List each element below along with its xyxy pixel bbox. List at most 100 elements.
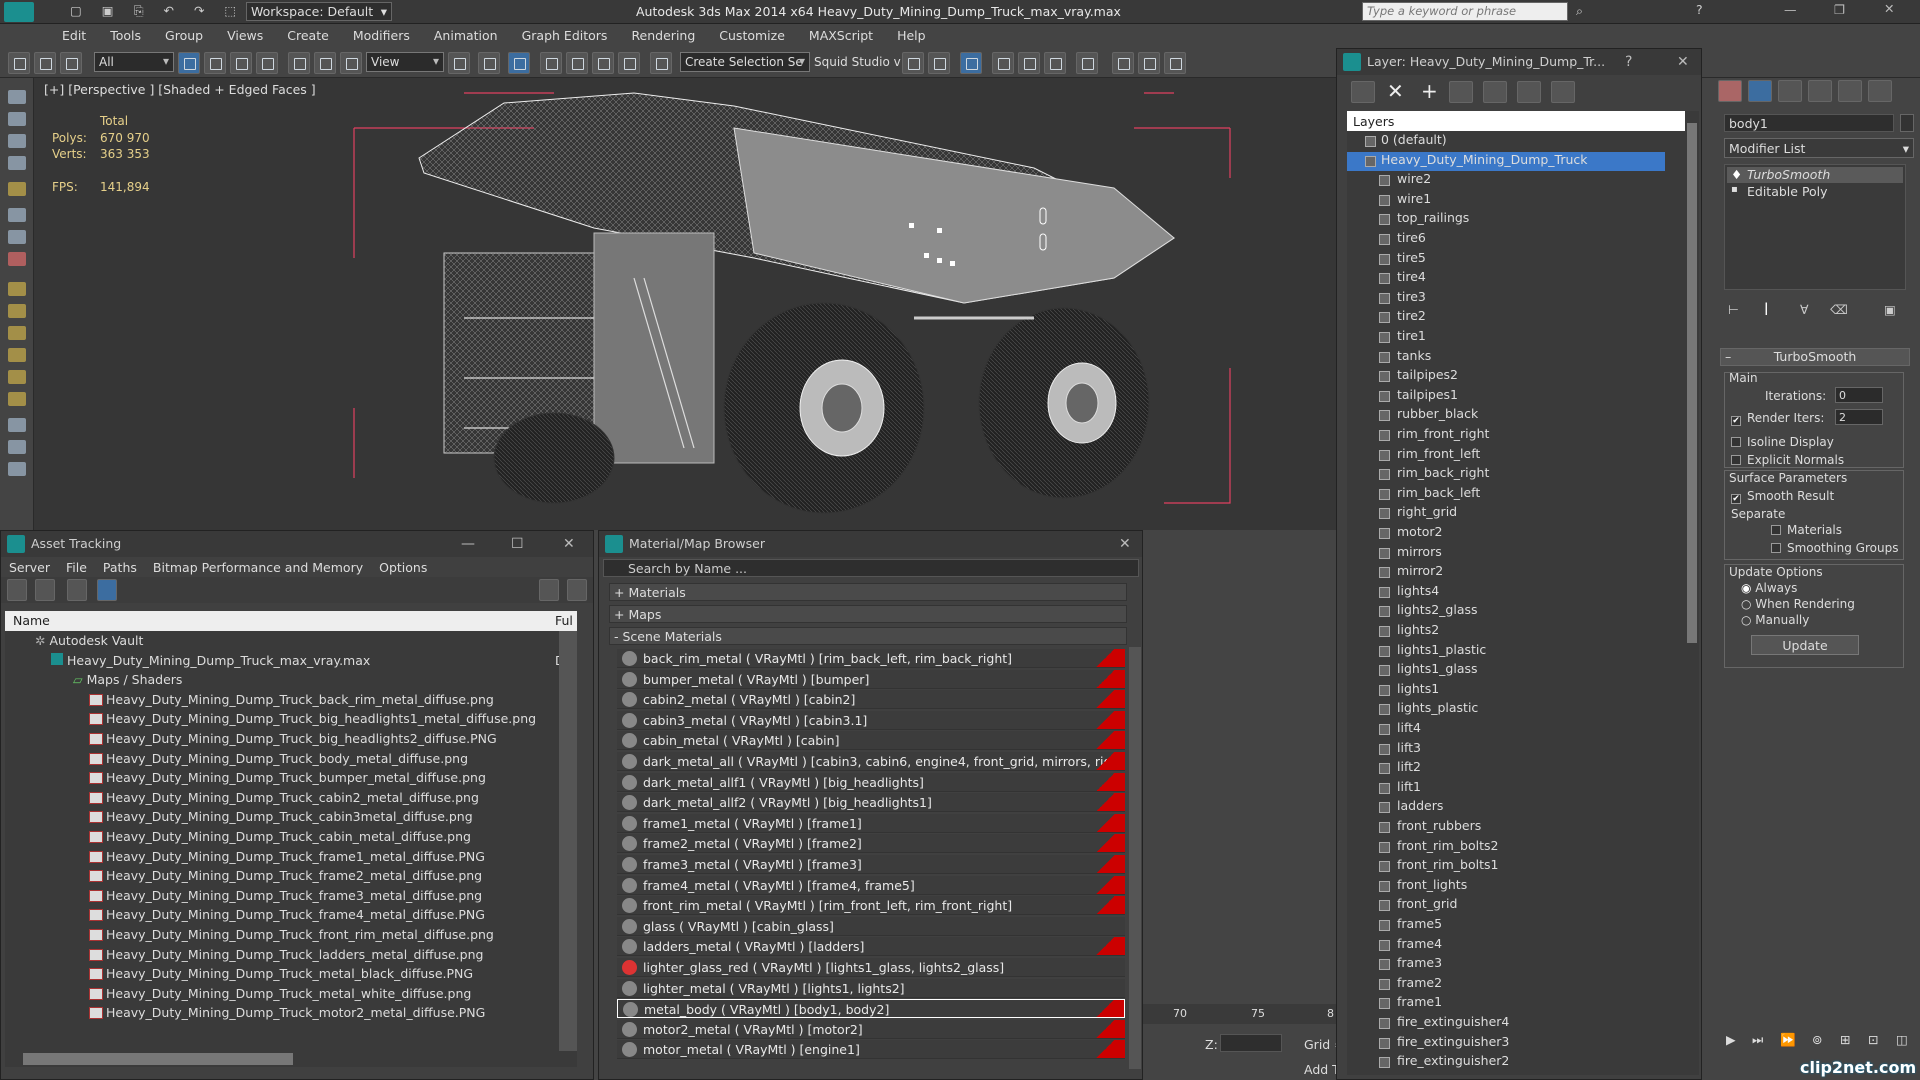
tool-14-icon[interactable] <box>8 392 26 406</box>
bulb-icon[interactable]: ♦ <box>1731 167 1742 182</box>
explicit-normals-row[interactable]: Explicit Normals <box>1731 453 1844 467</box>
asset-map-row[interactable]: Heavy_Duty_Mining_Dump_Truck_frame4_meta… <box>5 907 577 927</box>
highlight-layer-icon[interactable] <box>1483 81 1507 103</box>
layer-object-row[interactable]: lift4 <box>1347 720 1667 740</box>
scene-material-row[interactable]: cabin2_metal ( VRayMtl ) [cabin2] <box>617 690 1125 710</box>
tool-8-icon[interactable] <box>8 252 26 266</box>
asset-map-row[interactable]: Heavy_Duty_Mining_Dump_Truck_bumper_meta… <box>5 770 577 790</box>
scene-material-row[interactable]: back_rim_metal ( VRayMtl ) [rim_back_lef… <box>617 649 1125 668</box>
asset-vscrollbar[interactable] <box>559 631 577 1051</box>
select-object-icon[interactable] <box>178 52 200 74</box>
layer-object-row[interactable]: ladders <box>1347 798 1667 818</box>
search-box[interactable]: Type a keyword or phrase <box>1362 2 1568 21</box>
scene-material-row[interactable]: glass ( VRayMtl ) [cabin_glass] <box>617 916 1125 936</box>
menu-customize[interactable]: Customize <box>707 25 797 46</box>
scene-material-row[interactable]: dark_metal_allf1 ( VRayMtl ) [big_headli… <box>617 772 1125 792</box>
layer-object-row[interactable]: lights1_plastic <box>1347 642 1667 662</box>
asset-map-row[interactable]: Heavy_Duty_Mining_Dump_Truck_frame3_meta… <box>5 888 577 908</box>
rollout-header[interactable]: TurboSmooth – <box>1720 348 1910 366</box>
layer-object-row[interactable]: frame3 <box>1347 955 1667 975</box>
table-view-icon[interactable] <box>97 579 117 601</box>
asset-menu-file[interactable]: File <box>58 557 95 578</box>
modify-tab-icon[interactable] <box>1748 80 1772 102</box>
layer-object-row[interactable]: tire2 <box>1347 308 1667 328</box>
scene-material-row[interactable]: lighter_metal ( VRayMtl ) [lights1, ligh… <box>617 978 1125 998</box>
z-coordinate-field[interactable] <box>1220 1034 1282 1052</box>
asset-map-row[interactable]: Heavy_Duty_Mining_Dump_Truck_metal_white… <box>5 986 577 1006</box>
scene-material-row[interactable]: frame4_metal ( VRayMtl ) [frame4, frame5… <box>617 875 1125 895</box>
asset-menu-server[interactable]: Server <box>1 557 58 578</box>
render-iters-row[interactable]: ✔ Render Iters: <box>1731 411 1824 426</box>
vault-row[interactable]: ✲ Autodesk Vault <box>5 633 577 653</box>
maps-group[interactable]: + Maps <box>609 605 1127 623</box>
unlink-icon[interactable] <box>34 52 56 74</box>
layer-object-row[interactable]: mirrors <box>1347 544 1667 564</box>
asset-map-row[interactable]: Heavy_Duty_Mining_Dump_Truck_frame2_meta… <box>5 868 577 888</box>
when-rendering-radio-icon[interactable]: ○ <box>1741 597 1755 611</box>
close-icon[interactable]: ✕ <box>563 536 575 552</box>
smooth-result-row[interactable]: ✔ Smooth Result <box>1731 489 1834 504</box>
restore-icon[interactable]: ❐ <box>1834 2 1845 17</box>
layer-object-row[interactable]: lift3 <box>1347 740 1667 760</box>
schematic-view-icon[interactable] <box>1044 52 1066 74</box>
manually-radio-row[interactable]: ○ Manually <box>1741 613 1809 627</box>
layer-object-row[interactable]: tire4 <box>1347 269 1667 289</box>
scene-material-row[interactable]: cabin_metal ( VRayMtl ) [cabin] <box>617 731 1125 751</box>
asset-map-row[interactable]: Heavy_Duty_Mining_Dump_Truck_cabin3metal… <box>5 809 577 829</box>
perspective-viewport[interactable] <box>34 78 1336 530</box>
tool-9-icon[interactable] <box>8 282 26 296</box>
close-icon[interactable]: ✕ <box>1119 536 1131 552</box>
layer-object-row[interactable]: rim_back_right <box>1347 465 1667 485</box>
select-by-name-icon[interactable] <box>204 52 226 74</box>
tool-15-icon[interactable] <box>8 418 26 432</box>
help-icon[interactable]: ? <box>1625 54 1632 70</box>
graphite-ribbon-icon[interactable] <box>992 52 1014 74</box>
add-to-layer-icon[interactable]: + <box>1421 79 1438 103</box>
scene-material-row[interactable]: lighter_glass_red ( VRayMtl ) [lights1_g… <box>617 958 1125 977</box>
modifier-list-dropdown[interactable]: Modifier List ▾ <box>1724 138 1914 158</box>
rendered-frame-icon[interactable] <box>1138 52 1160 74</box>
material-vscrollbar[interactable] <box>1129 647 1141 1069</box>
layer-object-row[interactable]: tire6 <box>1347 230 1667 250</box>
layer-object-row[interactable]: rim_front_left <box>1347 446 1667 466</box>
viewport-label[interactable]: [+] [Perspective ] [Shaded + Edged Faces… <box>44 82 316 97</box>
next-frame-icon[interactable]: ⏭ <box>1752 1032 1771 1048</box>
isoline-checkbox[interactable] <box>1731 437 1741 447</box>
scene-material-row[interactable]: motor2_metal ( VRayMtl ) [motor2] <box>617 1019 1125 1039</box>
stack-item-editable-poly[interactable]: ▪ Editable Poly <box>1727 184 1903 200</box>
thumbnail-view-icon[interactable] <box>67 579 87 601</box>
minimize-icon[interactable]: — <box>461 536 475 552</box>
layer-object-row[interactable]: fire_extinguisher3 <box>1347 1034 1667 1054</box>
layer-window-titlebar[interactable]: Layer: Heavy_Duty_Mining_Dump_Tr... ? ✕ <box>1337 49 1701 75</box>
pivot-icon[interactable] <box>448 52 470 74</box>
scene-material-row[interactable]: front_rim_metal ( VRayMtl ) [rim_front_l… <box>617 896 1125 916</box>
selection-filter-dropdown[interactable]: All <box>94 52 174 72</box>
delete-layer-icon[interactable]: ✕ <box>1387 79 1404 103</box>
motion-tab-icon[interactable] <box>1808 80 1832 102</box>
explicit-normals-checkbox[interactable] <box>1731 455 1741 465</box>
keyboard-shortcut-icon[interactable] <box>508 52 530 74</box>
menu-help[interactable]: Help <box>885 25 938 46</box>
layer-object-row[interactable]: lights1_glass <box>1347 661 1667 681</box>
reference-coordinate-dropdown[interactable]: View <box>366 52 444 72</box>
rotate-icon[interactable] <box>314 52 336 74</box>
menu-rendering[interactable]: Rendering <box>619 25 707 46</box>
app-logo-icon[interactable] <box>4 2 34 22</box>
materials-group[interactable]: + Materials <box>609 583 1127 601</box>
create-tab-icon[interactable] <box>1718 80 1742 102</box>
snaps-toggle-icon[interactable] <box>540 52 562 74</box>
make-unique-icon[interactable]: ∀ <box>1800 302 1809 317</box>
display-tab-icon[interactable] <box>1838 80 1862 102</box>
scene-material-row[interactable]: frame2_metal ( VRayMtl ) [frame2] <box>617 834 1125 854</box>
menu-create[interactable]: Create <box>275 25 341 46</box>
scene-material-row[interactable]: metal_body ( VRayMtl ) [body1, body2] <box>617 999 1125 1019</box>
maximize-viewport-icon[interactable]: ◫ <box>1896 1032 1916 1047</box>
mirror-icon[interactable] <box>902 52 924 74</box>
bind-spacewarp-icon[interactable] <box>60 52 82 74</box>
layer-object-row[interactable]: lights4 <box>1347 583 1667 603</box>
angle-snap-icon[interactable] <box>566 52 588 74</box>
scene-material-row[interactable]: motor_metal ( VRayMtl ) [engine1] <box>617 1040 1125 1060</box>
always-radio-icon[interactable]: ◉ <box>1741 581 1755 595</box>
show-end-result-icon[interactable]: | <box>1764 300 1769 315</box>
spinner-snap-icon[interactable] <box>618 52 640 74</box>
